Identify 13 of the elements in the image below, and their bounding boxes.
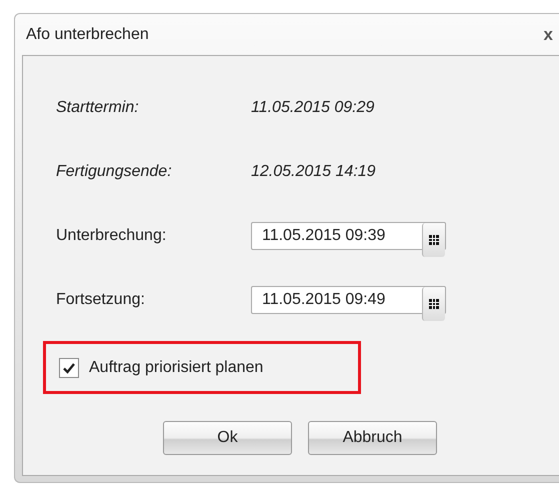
field-label: Unterbrechung: [56, 227, 168, 245]
field-label: Starttermin: [56, 99, 140, 117]
window-title: Afo unterbrechen [26, 26, 149, 44]
field-value: 11.05.2015 09:29 [251, 99, 374, 117]
check-icon [62, 360, 76, 374]
checkbox[interactable] [59, 358, 79, 378]
close-button[interactable]: x [544, 24, 553, 44]
ok-button[interactable]: Ok [163, 421, 292, 455]
field-value: 12.05.2015 14:19 [251, 163, 376, 181]
cancel-button[interactable]: Abbruch [308, 421, 437, 455]
field-label: Fertigungsende: [56, 163, 173, 181]
field-label: Fortsetzung: [56, 291, 146, 309]
checkbox-label: Auftrag priorisiert planen [89, 358, 264, 376]
